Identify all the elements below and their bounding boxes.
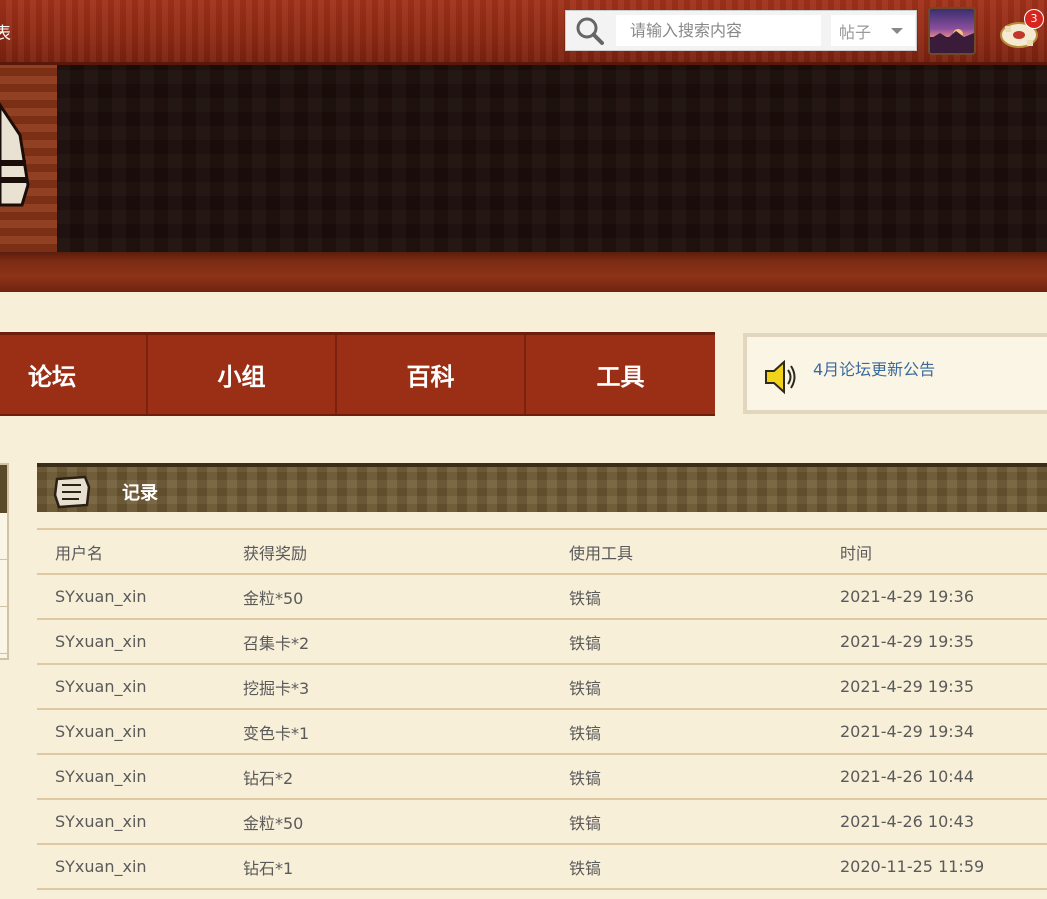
table-row: SYxuan_xin 金粒*50 铁镐 2021-4-29 19:36: [37, 574, 1047, 620]
cell-reward: 召集卡*2: [243, 619, 569, 665]
column-header-username: 用户名: [37, 528, 243, 575]
nav-forum-label: 论坛: [28, 363, 76, 391]
side-panel-row: [0, 560, 7, 607]
side-panel: [0, 463, 9, 660]
notification-badge: 3: [1024, 9, 1044, 29]
search-input[interactable]: [616, 15, 821, 46]
column-header-time: 时间: [840, 528, 1047, 575]
table-row: SYxuan_xin 召集卡*2 铁镐 2021-4-29 19:35: [37, 619, 1047, 665]
cell-username: SYxuan_xin: [37, 844, 243, 890]
cell-tool: 铁镐: [569, 844, 840, 890]
nav-tools[interactable]: 工具: [526, 335, 715, 414]
table-row: SYxuan_xin 钻石*1 铁镐 2020-11-25 11:59: [37, 844, 1047, 890]
cell-username: SYxuan_xin: [37, 619, 243, 665]
cell-username: SYxuan_xin: [37, 664, 243, 710]
search-type-value: 帖子: [839, 22, 872, 42]
avatar-image: [930, 29, 974, 53]
cell-tool: 铁镐: [569, 799, 840, 845]
cell-username: SYxuan_xin: [37, 709, 243, 755]
cell-reward: 金粒*50: [243, 799, 569, 845]
table-row: SYxuan_xin 挖掘卡*3 铁镐 2021-4-29 19:35: [37, 664, 1047, 710]
cell-tool: 铁镐: [569, 709, 840, 755]
top-bar: 表 帖子 3: [0, 0, 1047, 65]
cell-tool: 铁镐: [569, 619, 840, 665]
nav-wiki[interactable]: 百科: [337, 335, 526, 414]
cell-reward: 钻石*2: [243, 754, 569, 800]
announcement-box: 4月论坛更新公告: [743, 333, 1047, 414]
side-panel-header: [0, 465, 7, 513]
table-header-row: 用户名 获得奖励 使用工具 时间: [37, 528, 1047, 575]
cell-reward: 变色卡*1: [243, 709, 569, 755]
avatar[interactable]: [928, 7, 976, 55]
table-row: SYxuan_xin 变色卡*1 铁镐 2021-4-29 19:34: [37, 709, 1047, 755]
side-panel-row: [0, 513, 7, 560]
cell-tool: 铁镐: [569, 664, 840, 710]
cell-reward: 钻石*1: [243, 844, 569, 890]
record-header: 记录: [37, 463, 1047, 512]
banner-divider: [0, 252, 1047, 292]
cell-username: SYxuan_xin: [37, 754, 243, 800]
cell-time: 2021-4-26 10:44: [840, 754, 1047, 800]
cell-username: SYxuan_xin: [37, 574, 243, 620]
nav-group-label: 小组: [217, 363, 266, 391]
banner: [0, 65, 1047, 252]
search-box: 帖子: [565, 10, 917, 51]
cell-time: 2021-4-29 19:34: [840, 709, 1047, 755]
column-header-reward: 获得奖励: [243, 528, 569, 575]
cell-tool: 铁镐: [569, 754, 840, 800]
cell-time: 2021-4-29 19:35: [840, 619, 1047, 665]
top-bar-text[interactable]: 表: [0, 19, 11, 44]
search-icon[interactable]: [574, 16, 606, 46]
cell-time: 2020-11-25 11:59: [840, 844, 1047, 890]
column-header-tool: 使用工具: [569, 528, 840, 575]
cell-time: 2021-4-29 19:35: [840, 664, 1047, 710]
chevron-down-icon: [891, 28, 903, 34]
record-table: 用户名 获得奖励 使用工具 时间 SYxuan_xin 金粒*50 铁镐 202…: [37, 528, 1047, 890]
cell-time: 2021-4-26 10:43: [840, 799, 1047, 845]
banner-logo-fragment: [0, 65, 57, 252]
cell-reward: 金粒*50: [243, 574, 569, 620]
table-row: SYxuan_xin 金粒*50 铁镐 2021-4-26 10:43: [37, 799, 1047, 845]
nav-wiki-label: 百科: [406, 363, 455, 391]
side-panel-row: [0, 607, 7, 654]
nav-group[interactable]: 小组: [148, 335, 337, 414]
search-type-select[interactable]: 帖子: [831, 15, 915, 46]
announcement-link[interactable]: 4月论坛更新公告: [813, 356, 935, 380]
table-row: SYxuan_xin 钻石*2 铁镐 2021-4-26 10:44: [37, 754, 1047, 800]
main-nav: 论坛 小组 百科 工具: [0, 332, 715, 416]
nav-forum[interactable]: 论坛: [0, 335, 148, 414]
record-scroll-icon: [53, 475, 91, 509]
nav-tools-label: 工具: [596, 363, 645, 391]
cell-time: 2021-4-29 19:36: [840, 574, 1047, 620]
cell-reward: 挖掘卡*3: [243, 664, 569, 710]
speaker-icon: [765, 359, 796, 395]
cell-username: SYxuan_xin: [37, 799, 243, 845]
record-title: 记录: [122, 483, 158, 504]
cell-tool: 铁镐: [569, 574, 840, 620]
